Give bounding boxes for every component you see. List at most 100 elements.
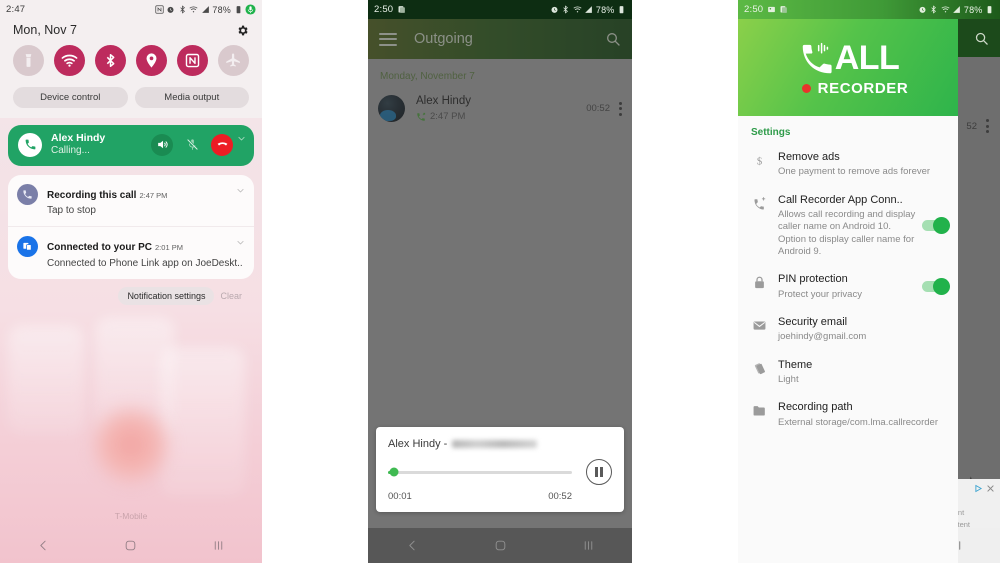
gear-icon[interactable] — [236, 24, 249, 37]
back-icon[interactable] — [37, 539, 50, 552]
speaker-button[interactable] — [151, 133, 173, 156]
chevron-down-icon[interactable] — [236, 238, 245, 247]
app-connection-toggle[interactable] — [922, 216, 950, 234]
player-times: 00:01 00:52 — [388, 491, 612, 502]
hamburger-icon[interactable] — [379, 32, 397, 46]
toggle-location[interactable] — [136, 45, 167, 76]
phone-wave-icon — [802, 42, 832, 73]
settings-item-subtitle: One payment to remove ads forever — [778, 166, 931, 178]
toolbar: Outgoing — [368, 19, 632, 59]
device-control-button[interactable]: Device control — [13, 87, 128, 108]
date-row: Mon, Nov 7 — [0, 19, 262, 43]
wallpaper — [0, 307, 262, 563]
settings-item-pin-protection[interactable]: PIN protection Protect your privacy — [738, 265, 958, 308]
home-icon[interactable] — [124, 539, 137, 552]
avatar — [378, 95, 405, 123]
notification-time: 2:01 PM — [155, 243, 183, 253]
wifi-icon — [941, 6, 950, 13]
speaker-icon — [157, 141, 168, 149]
bluetooth-icon — [563, 5, 569, 14]
status-time: 2:47 — [6, 4, 26, 15]
chevron-down-icon[interactable] — [237, 134, 246, 143]
nfc-icon — [185, 53, 200, 68]
settings-item-title: PIN protection — [778, 273, 848, 286]
recent-apps-icon[interactable] — [582, 539, 595, 552]
recording-list-item[interactable]: Alex Hindy 2:47 PM 00:52 — [368, 85, 632, 132]
toggle-nfc[interactable] — [177, 45, 208, 76]
settings-item-theme[interactable]: Theme Light — [738, 351, 958, 394]
toggle-flashlight[interactable] — [13, 45, 44, 76]
settings-section-title: Settings — [751, 127, 791, 138]
recordings-screen: 2:50 78% Outgoing Monday, November 7 Ale… — [368, 0, 632, 563]
clear-button[interactable]: Clear — [220, 291, 244, 301]
svg-text:$: $ — [757, 156, 762, 167]
chevron-down-icon[interactable] — [236, 186, 245, 195]
date-label: Mon, Nov 7 — [13, 23, 77, 37]
recording-meta: 2:47 PM — [416, 111, 471, 124]
toggle-bluetooth[interactable] — [95, 45, 126, 76]
status-time: 2:50 — [374, 4, 394, 15]
pin-protection-toggle[interactable] — [922, 278, 950, 296]
battery-percent: 78% — [212, 4, 231, 15]
navigation-bar — [0, 528, 262, 563]
settings-item-remove-ads[interactable]: $ Remove ads One payment to remove ads f… — [738, 143, 958, 186]
overflow-menu-icon[interactable] — [986, 119, 989, 133]
airplane-icon — [226, 53, 240, 67]
brand-recorder-row: RECORDER — [801, 80, 909, 97]
notification-settings-button[interactable]: Notification settings — [118, 287, 215, 306]
settings-item-text: PIN protection Protect your privacy — [778, 272, 916, 301]
settings-item-app-connection[interactable]: Call Recorder App Conn.. Allows call rec… — [738, 186, 958, 266]
toggle-wifi[interactable] — [54, 45, 85, 76]
search-icon[interactable] — [605, 31, 621, 47]
ad-controls — [974, 484, 995, 493]
notification-title-row: Connected to your PC 2:01 PM — [47, 236, 243, 257]
call-notification[interactable]: Alex Hindy Calling... — [8, 125, 254, 166]
alarm-icon — [551, 6, 558, 13]
quick-toggles — [0, 43, 262, 76]
recording-time: 2:47 PM — [430, 110, 466, 122]
close-icon[interactable] — [986, 484, 995, 493]
recent-apps-icon[interactable] — [212, 539, 225, 552]
status-icons: 78% — [550, 5, 626, 15]
status-icons: 78% — [918, 5, 994, 15]
home-icon[interactable] — [494, 539, 507, 552]
notification-recording[interactable]: Recording this call 2:47 PM Tap to stop — [8, 175, 254, 227]
phone-icon — [25, 139, 35, 150]
settings-item-subtitle: joehindy@gmail.com — [778, 331, 867, 343]
bluetooth-icon — [180, 5, 185, 14]
pause-button[interactable] — [586, 459, 612, 485]
redacted-filename — [452, 440, 538, 449]
overflow-menu-icon[interactable] — [619, 101, 622, 116]
notification-subtitle: Connected to Phone Link app on JoeDeskt.… — [47, 258, 243, 270]
ad-choices-icon[interactable] — [974, 484, 983, 493]
seek-thumb[interactable] — [389, 467, 399, 477]
media-output-button[interactable]: Media output — [134, 87, 249, 108]
end-call-button[interactable] — [211, 133, 233, 156]
search-icon[interactable] — [974, 31, 989, 46]
seek-bar[interactable] — [388, 467, 572, 477]
gallery-icon — [768, 6, 776, 13]
folder-icon — [751, 400, 768, 418]
toggle-airplane-mode[interactable] — [218, 45, 249, 76]
call-controls — [151, 133, 244, 156]
notification-title: Recording this call — [47, 189, 137, 201]
brand-call-text: ALL — [834, 39, 900, 77]
battery-icon — [236, 6, 240, 14]
bluetooth-icon — [931, 5, 937, 14]
audio-player-card: Alex Hindy - 00:01 00:52 — [376, 427, 624, 512]
settings-item-title: Recording path — [778, 401, 853, 414]
settings-item-security-email[interactable]: Security email joehindy@gmail.com — [738, 308, 958, 351]
settings-item-subtitle: External storage/com.lma.callrecorder — [778, 416, 938, 428]
mute-button[interactable] — [181, 134, 203, 156]
status-time: 2:50 — [744, 4, 764, 15]
dollar-icon: $ — [751, 150, 768, 168]
notification-phone-link[interactable]: Connected to your PC 2:01 PM Connected to… — [8, 226, 254, 279]
settings-item-recording-path[interactable]: Recording path External storage/com.lma.… — [738, 393, 958, 436]
screenshot-stage: 2:47 78% Mon, Nov 7 Device control Media… — [0, 0, 1000, 563]
signal-icon — [953, 6, 961, 13]
nfc-icon — [155, 5, 164, 14]
call-recorder-icon — [17, 183, 38, 205]
player-title-text: Alex Hindy - — [388, 438, 451, 450]
status-left-icons — [397, 5, 406, 14]
back-icon[interactable] — [406, 539, 419, 552]
